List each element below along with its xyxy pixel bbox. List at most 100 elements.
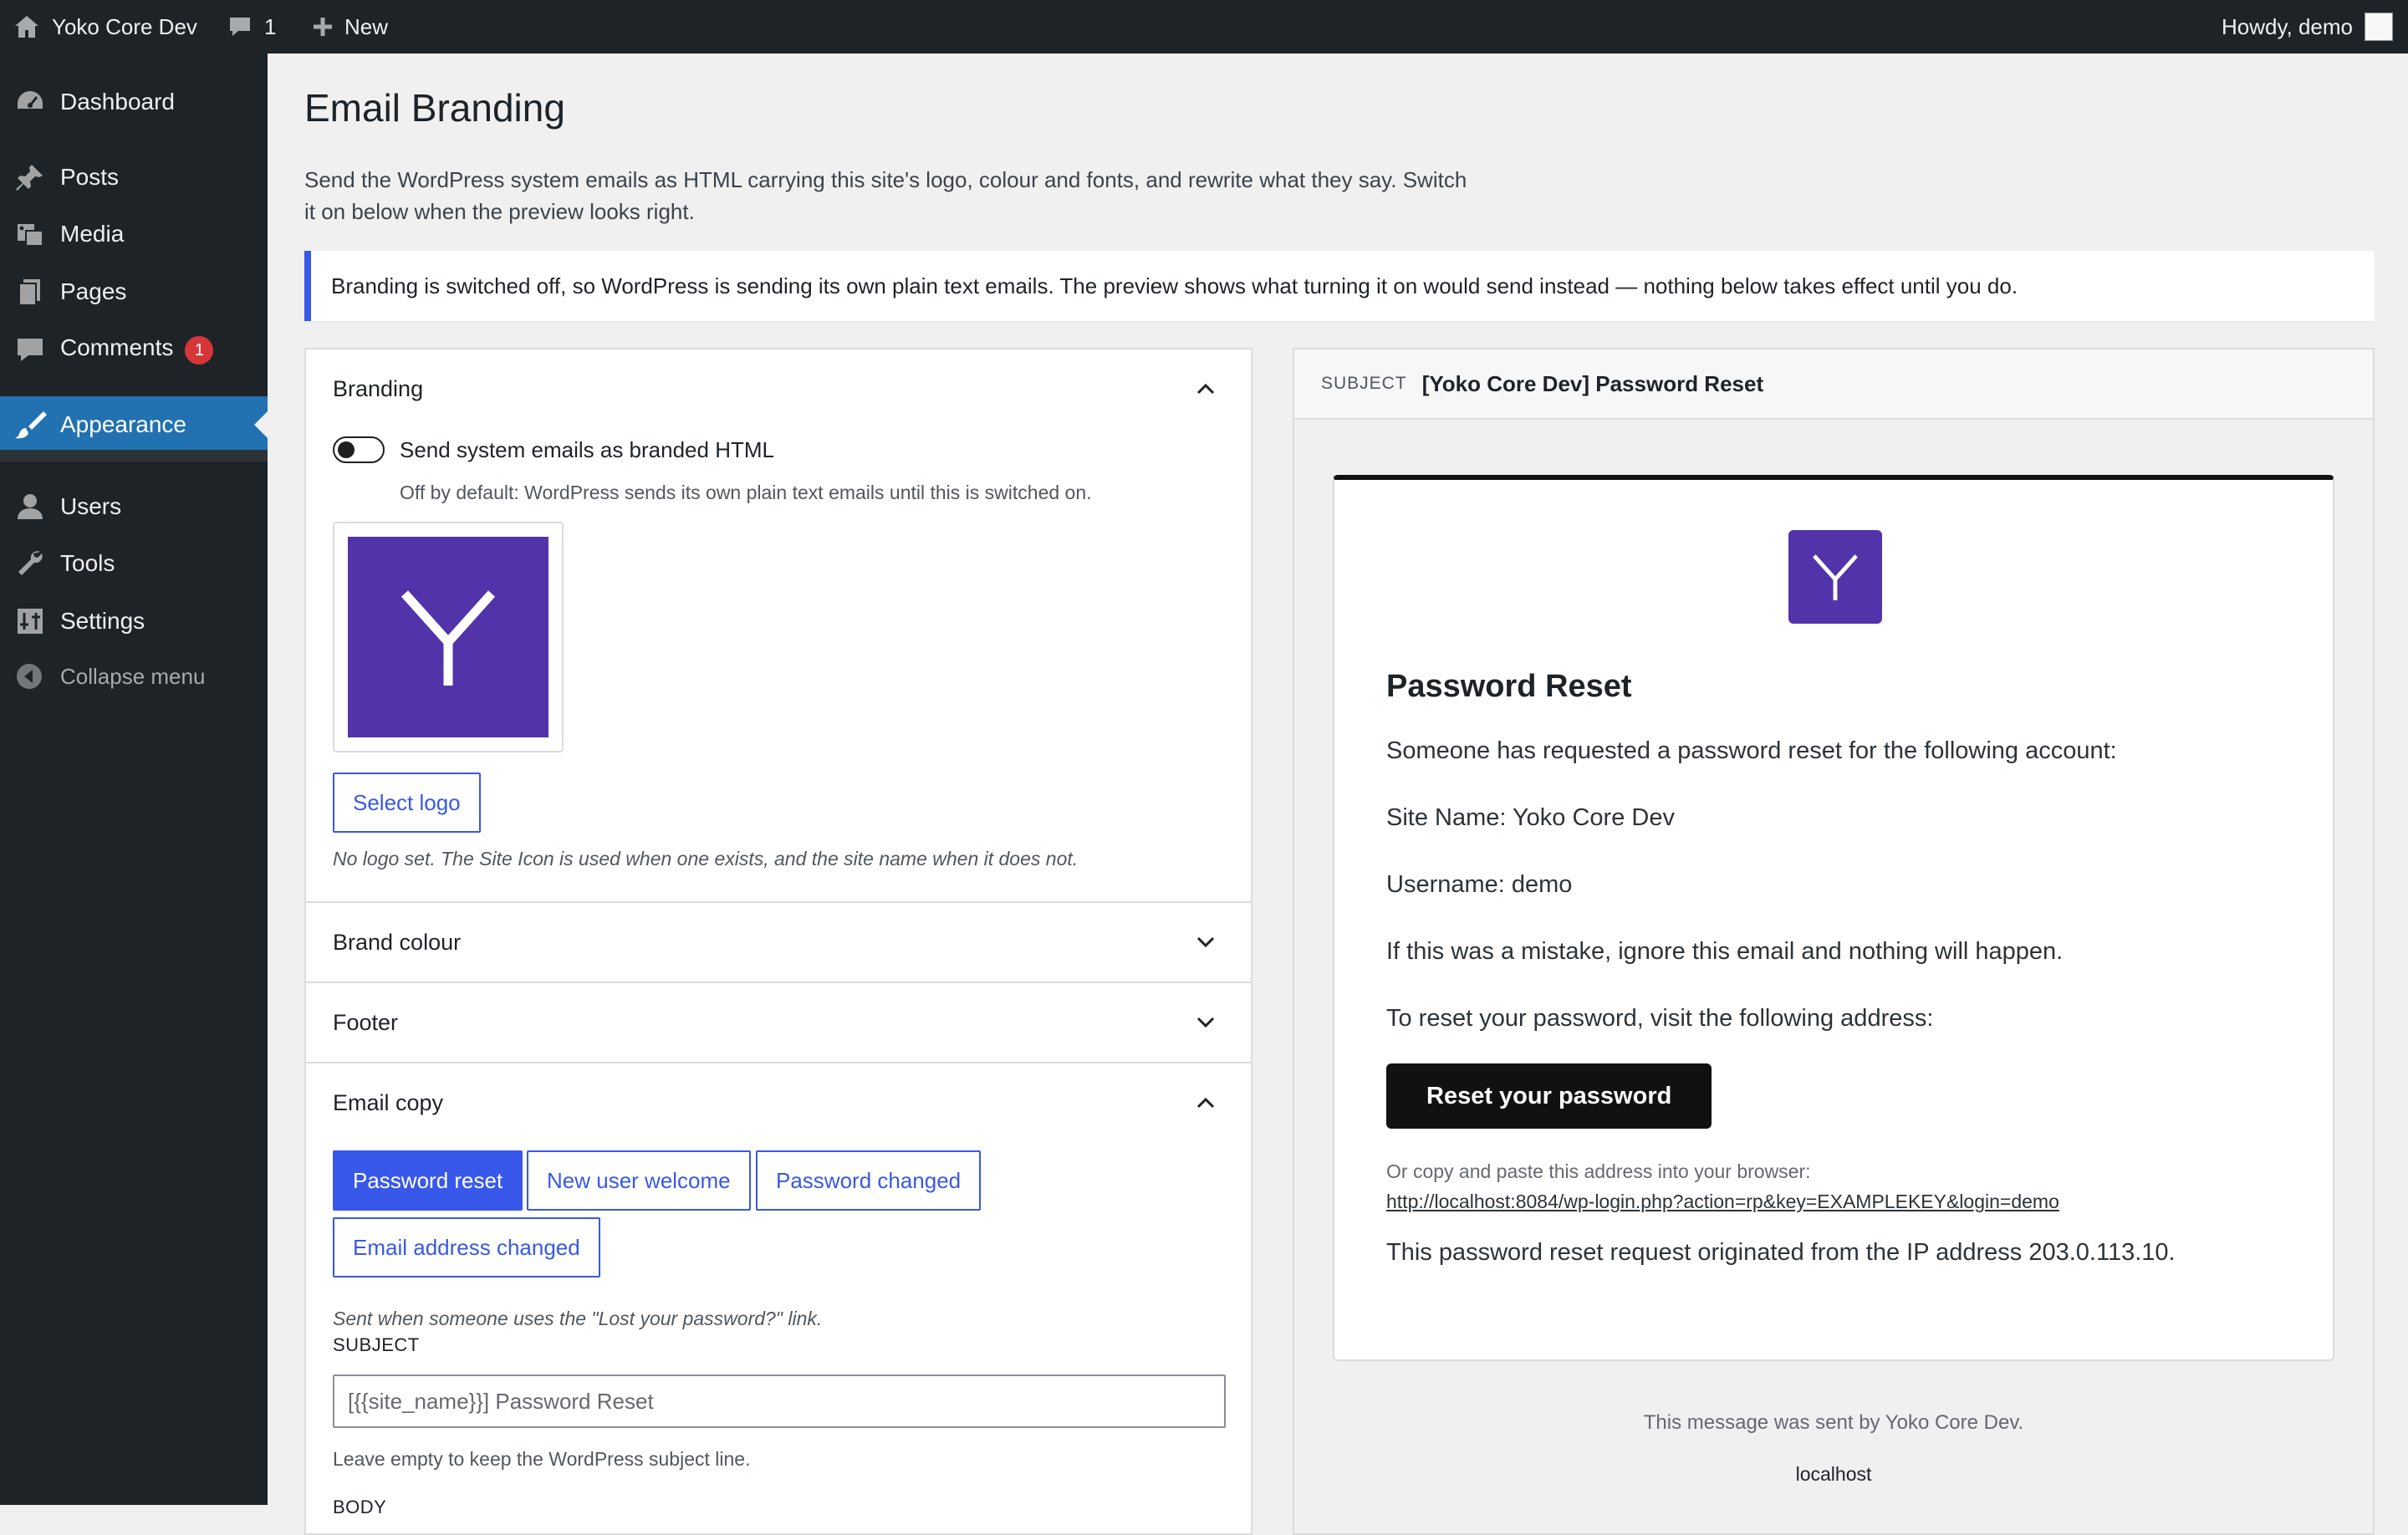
sidebar-item-label: Users xyxy=(60,493,122,519)
submenu-strip xyxy=(0,450,268,462)
sidebar-item-dashboard[interactable]: Dashboard xyxy=(0,74,268,130)
tab-new-user-welcome[interactable]: New user welcome xyxy=(527,1150,751,1211)
email-card: Password Reset Someone has requested a p… xyxy=(1333,475,2334,1361)
section-email-copy-header[interactable]: Email copy xyxy=(306,1063,1251,1142)
select-logo-button[interactable]: Select logo xyxy=(333,773,481,833)
sidebar-item-label: Media xyxy=(60,221,125,247)
collapse-icon xyxy=(15,662,43,691)
admin-bar-comments[interactable]: 1 xyxy=(227,0,276,54)
sidebar-item-label: Appearance xyxy=(60,411,187,437)
comments-badge: 1 xyxy=(185,336,214,365)
collapse-menu-button[interactable]: Collapse menu xyxy=(0,648,268,705)
email-ip-line: This password reset request originated f… xyxy=(1386,1239,2176,1266)
info-notice: Branding is switched off, so WordPress i… xyxy=(304,251,2375,321)
sidebar-item-users[interactable]: Users xyxy=(0,478,268,535)
collapse-menu-label: Collapse menu xyxy=(60,663,206,689)
sidebar-item-label: Tools xyxy=(60,550,115,576)
logo-preview xyxy=(333,522,564,752)
page-title: Email Branding xyxy=(304,86,565,130)
notice-text: Branding is switched off, so WordPress i… xyxy=(331,273,2018,298)
chevron-up-icon xyxy=(1196,1096,1216,1109)
site-name: Yoko Core Dev xyxy=(52,13,197,39)
site-logo xyxy=(348,537,548,737)
admin-bar-new[interactable]: New xyxy=(311,0,388,54)
sidebar-item-appearance[interactable]: Appearance xyxy=(0,396,268,453)
toggle-help: Off by default: WordPress sends its own … xyxy=(400,482,1092,503)
sidebar-item-label: Comments 1 xyxy=(60,334,214,365)
branding-toggle[interactable] xyxy=(333,436,385,463)
sidebar-item-settings[interactable]: Settings xyxy=(0,593,268,650)
media-icon xyxy=(15,219,45,249)
reset-password-button[interactable]: Reset your password xyxy=(1386,1063,1712,1129)
section-branding-header[interactable]: Branding xyxy=(306,349,1251,428)
section-title: Branding xyxy=(333,375,424,401)
home-icon xyxy=(13,14,40,39)
paintbrush-icon xyxy=(15,410,47,440)
howdy-label: Howdy, demo xyxy=(2221,13,2353,39)
settings-panel: Branding Send system emails as branded H… xyxy=(304,348,1252,1535)
sidebar-item-tools[interactable]: Tools xyxy=(0,535,268,592)
logo-help: No logo set. The Site Icon is used when … xyxy=(333,848,1079,869)
admin-bar-site-link[interactable]: Yoko Core Dev xyxy=(13,0,197,54)
section-title: Email copy xyxy=(333,1089,444,1115)
reset-link[interactable]: http://localhost:8084/wp-login.php?actio… xyxy=(1386,1191,2059,1213)
email-preview-panel: SUBJECT [Yoko Core Dev] Password Reset P… xyxy=(1293,348,2375,1535)
chevron-up-icon xyxy=(1196,382,1216,395)
tab-password-reset[interactable]: Password reset xyxy=(333,1150,523,1211)
sidebar-item-label: Pages xyxy=(60,278,127,304)
wrench-icon xyxy=(15,548,45,579)
sidebar-item-comments[interactable]: Comments 1 xyxy=(0,321,268,378)
chevron-down-icon xyxy=(1196,936,1216,949)
email-heading: Password Reset xyxy=(1386,669,1632,704)
email-paragraph: Site Name: Yoko Core Dev xyxy=(1386,804,1675,831)
subject-field-label: SUBJECT xyxy=(333,1334,420,1355)
sidebar-item-media[interactable]: Media xyxy=(0,206,268,263)
sidebar-item-label: Settings xyxy=(60,608,145,634)
comments-label: Comments xyxy=(60,334,174,360)
settings-icon xyxy=(15,606,45,636)
section-brand-colour-header[interactable]: Brand colour xyxy=(306,903,1251,982)
pushpin-icon xyxy=(15,162,45,192)
body-field-label: BODY xyxy=(333,1497,387,1517)
sidebar-item-posts[interactable]: Posts xyxy=(0,149,268,206)
subject-help: Leave empty to keep the WordPress subjec… xyxy=(333,1448,751,1470)
email-paragraph: Someone has requested a password reset f… xyxy=(1386,737,2117,764)
email-footer-host: localhost xyxy=(1795,1463,1872,1485)
logo-y-glyph xyxy=(400,590,496,686)
comment-icon xyxy=(15,334,45,365)
new-label: New xyxy=(344,13,389,39)
sidebar-item-label: Dashboard xyxy=(60,89,175,115)
admin-sidebar: Dashboard Posts Media Pages Comments 1 Ap… xyxy=(0,54,268,1505)
plus-icon xyxy=(311,15,334,38)
admin-bar-account[interactable]: Howdy, demo xyxy=(2222,0,2393,54)
pages-icon xyxy=(15,277,45,307)
email-copy-hint: Or copy and paste this address into your… xyxy=(1386,1160,1811,1182)
tab-help: Sent when someone uses the "Lost your pa… xyxy=(333,1308,823,1329)
email-paragraph: Username: demo xyxy=(1386,871,1573,898)
logo-y-glyph xyxy=(1813,554,1858,601)
preview-subject-key: SUBJECT xyxy=(1321,374,1407,393)
avatar xyxy=(2365,13,2393,41)
admin-bar: Yoko Core Dev 1 New Howdy, demo xyxy=(0,0,2408,54)
email-paragraph: To reset your password, visit the follow… xyxy=(1386,1005,1934,1032)
section-footer-header[interactable]: Footer xyxy=(306,983,1251,1062)
tab-email-address-changed[interactable]: Email address changed xyxy=(333,1217,600,1277)
dashboard-icon xyxy=(15,87,45,117)
sidebar-item-label: Posts xyxy=(60,164,120,190)
section-title: Brand colour xyxy=(333,929,462,955)
users-icon xyxy=(15,492,45,522)
email-paragraph: If this was a mistake, ignore this email… xyxy=(1386,938,2064,965)
email-logo xyxy=(1788,530,1882,624)
tab-password-changed[interactable]: Password changed xyxy=(756,1150,982,1211)
toggle-label: Send system emails as branded HTML xyxy=(400,437,774,462)
preview-subject-value: [Yoko Core Dev] Password Reset xyxy=(1421,370,1764,396)
email-footer-text: This message was sent by Yoko Core Dev. xyxy=(1643,1411,2024,1434)
section-title: Footer xyxy=(333,1009,399,1035)
subject-input[interactable] xyxy=(333,1374,1226,1428)
sidebar-item-pages[interactable]: Pages xyxy=(0,263,268,320)
comments-count: 1 xyxy=(264,13,277,39)
comment-icon xyxy=(227,14,253,39)
chevron-down-icon xyxy=(1196,1016,1216,1029)
preview-subject-bar: SUBJECT [Yoko Core Dev] Password Reset xyxy=(1294,349,2373,420)
page-intro: Send the WordPress system emails as HTML… xyxy=(304,167,1467,224)
